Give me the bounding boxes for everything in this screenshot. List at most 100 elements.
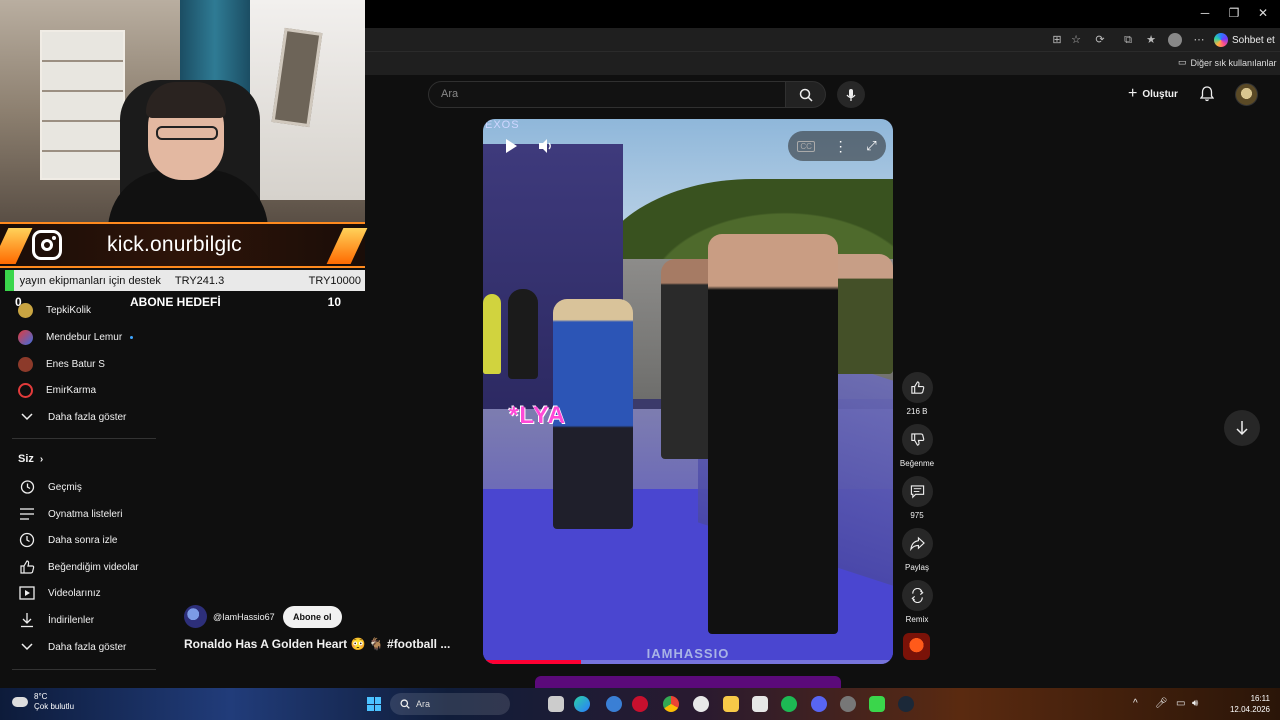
- voice-search-button[interactable]: [837, 81, 865, 108]
- maximize-icon[interactable]: ❐: [1226, 6, 1242, 20]
- account-avatar[interactable]: [1235, 83, 1258, 106]
- donation-goal-bar: yayın ekipmanları için destek TRY241.3 T…: [5, 270, 365, 291]
- sidebar-item-label: Mendebur Lemur: [46, 331, 123, 343]
- close-icon[interactable]: ✕: [1255, 6, 1271, 20]
- volume-button[interactable]: [538, 138, 554, 159]
- sidebar-item-label: Oynatma listeleri: [48, 508, 123, 520]
- search-icon: [799, 88, 813, 102]
- split-screen-icon[interactable]: ⧉: [1121, 33, 1135, 47]
- mic-tray-icon[interactable]: 🎤︎: [1155, 698, 1168, 709]
- sidebar-item-label: EmirKarma: [46, 384, 97, 396]
- notifications-button[interactable]: [1199, 86, 1215, 107]
- channel-name[interactable]: @IamHassio67: [213, 612, 275, 622]
- weather-status: Çok bulutlu: [34, 702, 75, 711]
- favorites-icon[interactable]: ★: [1144, 33, 1158, 47]
- tray-chevron-icon[interactable]: ^: [1133, 698, 1138, 709]
- sub-goal-current: 0: [15, 295, 22, 309]
- share-icon: [901, 528, 933, 559]
- taskbar-search[interactable]: Ara: [390, 693, 510, 715]
- dislike-button[interactable]: Beğenme: [898, 424, 936, 468]
- copilot-chat-button[interactable]: Sohbet et: [1214, 31, 1275, 49]
- channel-avatar: [18, 329, 33, 345]
- subscribe-button[interactable]: Abone ol: [283, 606, 342, 628]
- captions-icon[interactable]: CC: [797, 140, 815, 152]
- profile-icon[interactable]: [1168, 33, 1182, 47]
- fullscreen-icon[interactable]: ⤢: [866, 138, 876, 154]
- sidebar-item-enes-batur[interactable]: Enes Batur S: [18, 353, 105, 375]
- subscriber-goal: 0 ABONE HEDEFİ 10: [5, 292, 365, 312]
- search-input[interactable]: Ara: [428, 81, 786, 108]
- minimize-icon[interactable]: ─: [1197, 6, 1213, 20]
- sidebar-divider: [12, 669, 156, 670]
- shorts-video-player[interactable]: EXOS *LYA IAMHASSIO CC ⋮ ⤢: [483, 119, 893, 664]
- other-favorites-folder[interactable]: ▭ Diğer sık kullanılanlar: [1178, 57, 1277, 68]
- video-title[interactable]: Ronaldo Has A Golden Heart 😳 🐐 #football…: [184, 637, 450, 651]
- file-explorer-icon[interactable]: [723, 696, 739, 712]
- channel-avatar[interactable]: [184, 605, 207, 628]
- sidebar-item-watch-later[interactable]: Daha sonra izle: [18, 529, 117, 551]
- sidebar-item-your-videos[interactable]: Videolarınız: [18, 582, 101, 604]
- sound-thumbnail[interactable]: [903, 633, 930, 660]
- speaker-icon[interactable]: 🔊︎: [1192, 698, 1198, 709]
- donation-current: TRY241.3: [174, 274, 225, 287]
- discord-icon[interactable]: [811, 696, 827, 712]
- apps-icon[interactable]: ⊞: [1050, 33, 1064, 47]
- search-icon: [400, 699, 410, 709]
- show-more-label: Daha fazla göster: [48, 411, 127, 423]
- playlist-icon: [18, 506, 35, 523]
- remix-button[interactable]: Remix: [898, 580, 936, 624]
- app-icon[interactable]: [869, 696, 885, 712]
- comment-icon: [901, 476, 933, 507]
- show-more-you[interactable]: Daha fazla göster: [18, 636, 126, 658]
- like-button[interactable]: 216 B: [898, 372, 936, 416]
- sidebar-item-label: Enes Batur S: [46, 358, 105, 370]
- sidebar-item-liked-videos[interactable]: Beğendiğim videolar: [18, 556, 139, 578]
- sub-goal-title: ABONE HEDEFİ: [130, 295, 221, 309]
- clock-date: 12.04.2026: [1229, 705, 1270, 714]
- donation-label: yayın ekipmanları için destek: [19, 274, 161, 287]
- app-icon[interactable]: [840, 696, 856, 712]
- video-overlay-text: *LYA: [509, 402, 566, 429]
- yandex-icon[interactable]: [693, 696, 709, 712]
- edge-icon[interactable]: [574, 696, 590, 712]
- sidebar-item-history[interactable]: Geçmiş: [18, 476, 82, 498]
- weather-widget[interactable]: 8°C Çok bulutlu: [12, 692, 74, 712]
- windows-start-icon[interactable]: [367, 697, 381, 711]
- play-button[interactable]: [503, 138, 519, 159]
- app-icon[interactable]: [606, 696, 622, 712]
- store-icon[interactable]: [752, 696, 768, 712]
- search-button[interactable]: [786, 81, 826, 108]
- steam-icon[interactable]: [898, 696, 914, 712]
- kick-handle: kick.onurbilgic: [107, 233, 242, 256]
- chrome-icon[interactable]: [663, 696, 679, 712]
- sidebar-item-playlists[interactable]: Oynatma listeleri: [18, 503, 122, 525]
- create-button[interactable]: + Oluştur: [1128, 85, 1178, 103]
- network-icon[interactable]: ▭: [1176, 698, 1185, 709]
- more-vertical-icon[interactable]: ⋮: [834, 138, 848, 155]
- video-progress-bar[interactable]: [483, 660, 893, 664]
- you-section-header[interactable]: Siz ›: [18, 453, 43, 465]
- share-button[interactable]: Paylaş: [898, 528, 936, 572]
- channel-avatar: [18, 382, 33, 398]
- extensions-icon[interactable]: ⟳: [1093, 33, 1107, 47]
- task-view-icon[interactable]: [548, 696, 564, 712]
- sidebar-item-downloads[interactable]: İndirilenler: [18, 609, 94, 631]
- opera-icon[interactable]: [632, 696, 648, 712]
- plus-icon: +: [1128, 85, 1138, 102]
- spotify-icon[interactable]: [781, 696, 797, 712]
- next-short-button[interactable]: [1224, 410, 1260, 446]
- favorite-star-icon[interactable]: ☆: [1069, 33, 1083, 47]
- more-options-icon[interactable]: ⋯: [1192, 33, 1206, 47]
- taskbar-clock[interactable]: 16:11 12.04.2026: [1222, 693, 1270, 715]
- sponsor-logo: EXOS: [485, 119, 520, 131]
- sidebar-item-mendebur-lemur[interactable]: Mendebur Lemur: [18, 326, 134, 348]
- sidebar-item-emirkarma[interactable]: EmirKarma: [18, 379, 96, 401]
- show-more-subscriptions[interactable]: Daha fazla göster: [18, 406, 126, 428]
- copilot-label: Sohbet et: [1232, 34, 1275, 46]
- comments-button[interactable]: 975: [898, 476, 936, 520]
- chevron-right-icon: ›: [39, 453, 44, 465]
- chevron-down-icon: [18, 409, 35, 426]
- volume-icon: [539, 139, 551, 153]
- clock-time: 16:11: [1250, 694, 1270, 703]
- video-top-controls: CC ⋮ ⤢: [788, 131, 886, 161]
